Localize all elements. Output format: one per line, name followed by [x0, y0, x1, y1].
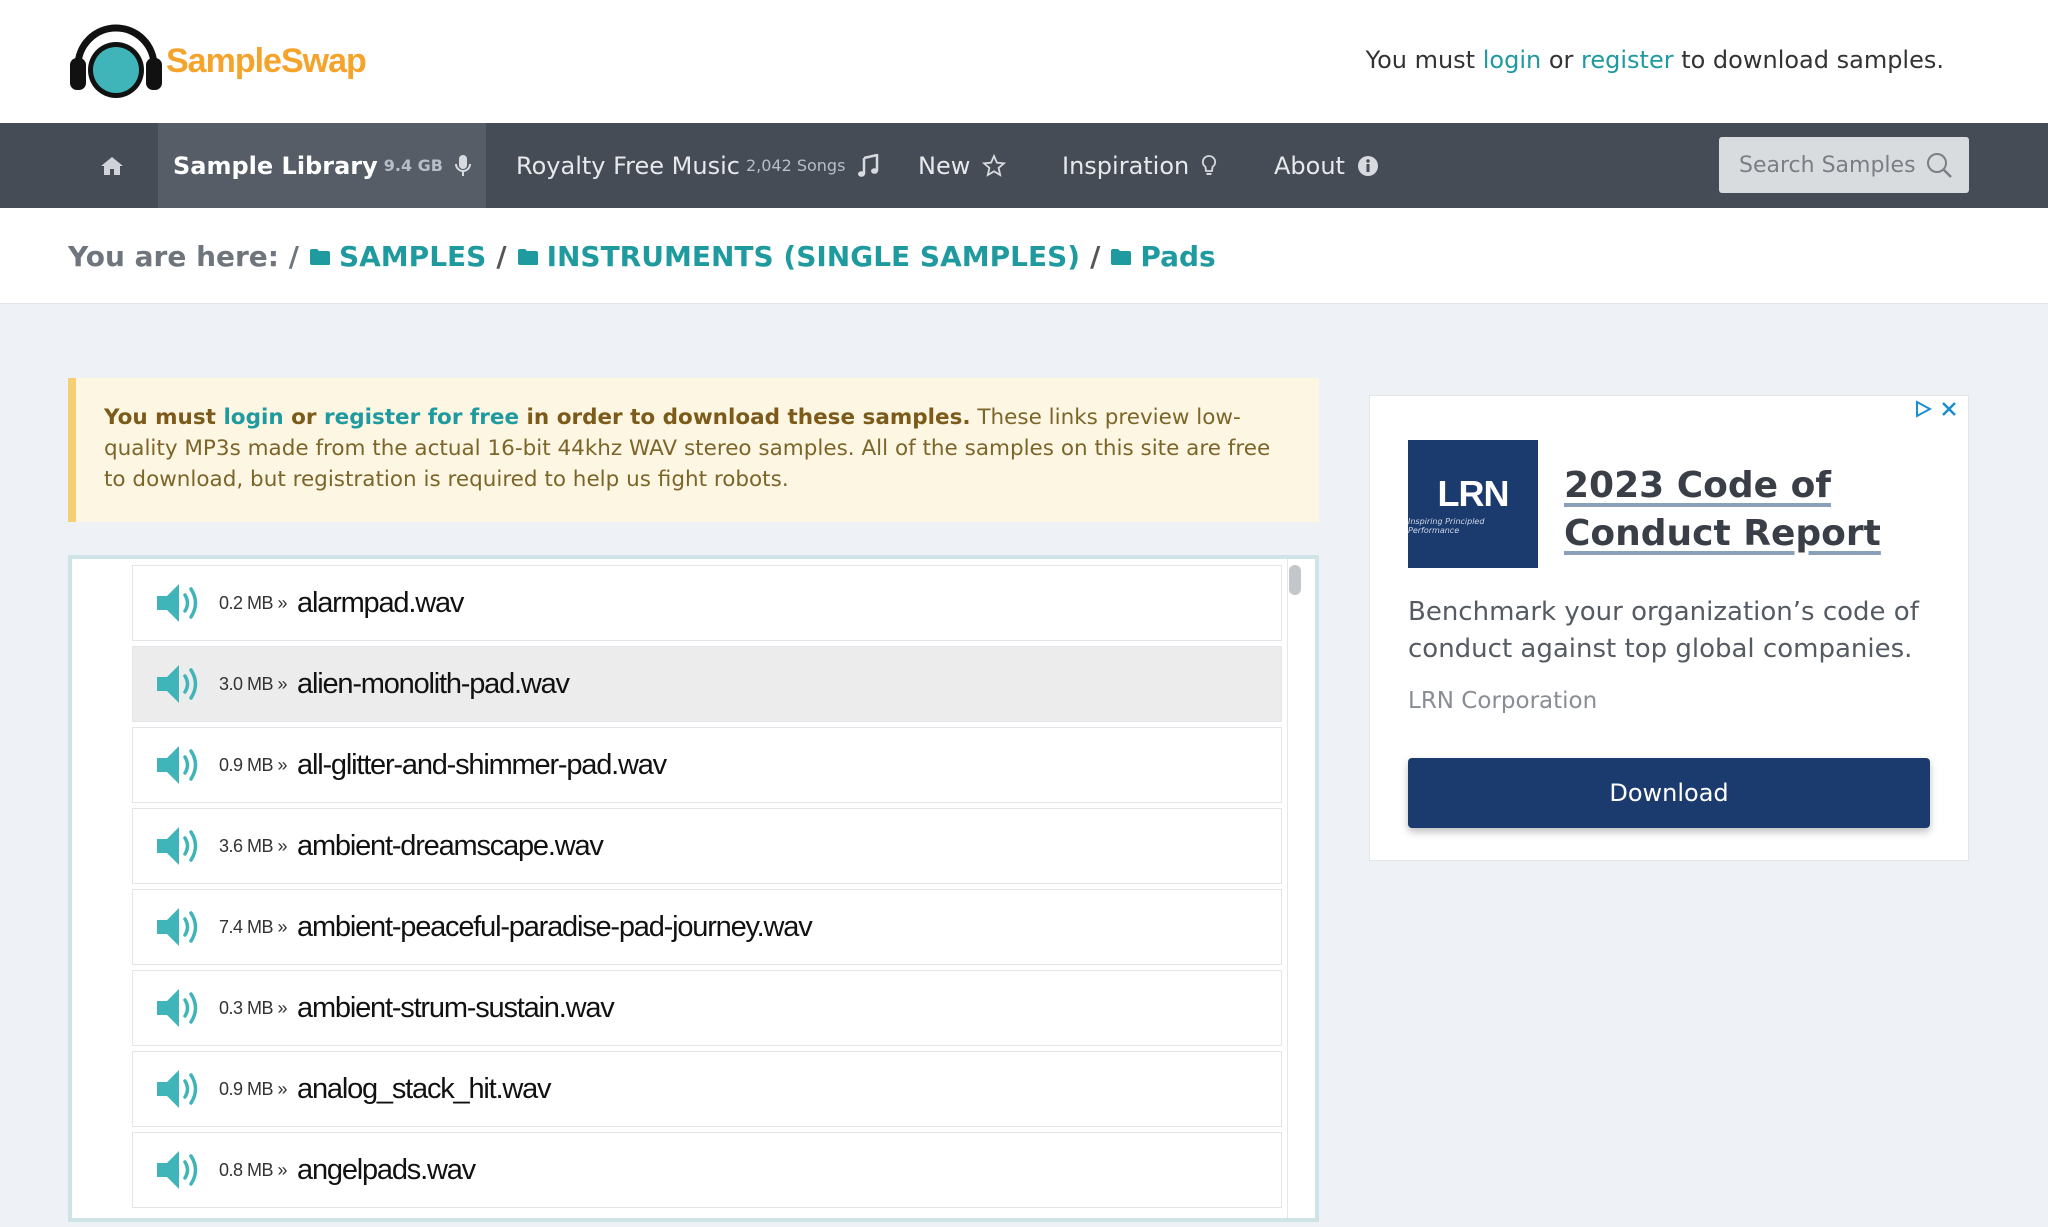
- ad-choices-icon[interactable]: [1914, 400, 1932, 418]
- site-header: SampleSwap You must login or register to…: [0, 0, 2048, 123]
- sample-filename[interactable]: ambient-strum-sustain.wav: [297, 992, 615, 1025]
- sample-size: 3.0 MB »: [219, 673, 288, 694]
- speaker-play-icon[interactable]: [155, 823, 205, 869]
- breadcrumb-bar: You are here: / SAMPLES / INSTRUMENTS (S…: [0, 208, 2048, 304]
- sample-row[interactable]: 0.9 MB » analog_stack_hit.wav: [132, 1051, 1282, 1127]
- sample-row[interactable]: 3.6 MB » ambient-dreamscape.wav: [132, 808, 1282, 884]
- folder-icon: [309, 248, 330, 265]
- ad-panel: LRN Inspiring Principled Performance 202…: [1369, 395, 1969, 861]
- speaker-play-icon[interactable]: [155, 742, 205, 788]
- login-message: You must login or register to download s…: [1365, 46, 1944, 74]
- sample-size: 0.8 MB »: [219, 1159, 288, 1180]
- home-icon: [101, 156, 123, 175]
- scrollbar[interactable]: [1287, 559, 1303, 1218]
- nav-new[interactable]: New: [918, 123, 1007, 208]
- search-icon[interactable]: [1925, 151, 1953, 179]
- nav-sample-library[interactable]: Sample Library 9.4 GB: [158, 123, 486, 208]
- sample-size: 7.4 MB »: [219, 916, 288, 937]
- sample-row[interactable]: 0.8 MB » angelpads.wav: [132, 1132, 1282, 1208]
- sample-size: 3.6 MB »: [219, 835, 288, 856]
- sample-row[interactable]: 0.2 MB » alarmpad.wav: [132, 565, 1282, 641]
- login-link[interactable]: login: [1483, 46, 1541, 74]
- sample-filename[interactable]: all-glitter-and-shimmer-pad.wav: [297, 749, 667, 782]
- speaker-play-icon[interactable]: [155, 1147, 205, 1193]
- ad-description: Benchmark your organization’s code of co…: [1408, 597, 1919, 664]
- nav-inspiration[interactable]: Inspiration: [1062, 123, 1217, 208]
- info-icon: [1357, 155, 1379, 177]
- sample-size: 0.3 MB »: [219, 997, 288, 1018]
- folder-icon: [1111, 248, 1132, 265]
- ad-logo[interactable]: LRN Inspiring Principled Performance: [1408, 440, 1538, 568]
- nav-royalty-free-music[interactable]: Royalty Free Music 2,042 Songs: [516, 123, 879, 208]
- sample-list: 0.2 MB » alarmpad.wav 3.0 MB » alien-monoli…: [68, 555, 1319, 1222]
- close-icon[interactable]: [1940, 400, 1958, 418]
- register-link[interactable]: register: [1581, 46, 1674, 74]
- lightbulb-icon: [1201, 154, 1217, 178]
- sample-filename[interactable]: ambient-peaceful-paradise-pad-journey.wa…: [297, 911, 813, 944]
- breadcrumb: You are here: / SAMPLES / INSTRUMENTS (S…: [68, 240, 1216, 273]
- speaker-play-icon[interactable]: [155, 985, 205, 1031]
- music-note-icon: [857, 153, 879, 178]
- sample-filename[interactable]: angelpads.wav: [297, 1154, 476, 1187]
- speaker-play-icon[interactable]: [155, 904, 205, 950]
- sample-filename[interactable]: alien-monolith-pad.wav: [297, 668, 570, 701]
- sample-filename[interactable]: ambient-dreamscape.wav: [297, 830, 604, 863]
- sample-size: 0.9 MB »: [219, 754, 288, 775]
- ad-download-button[interactable]: Download: [1408, 758, 1930, 828]
- breadcrumb-instruments[interactable]: INSTRUMENTS (SINGLE SAMPLES): [517, 240, 1080, 273]
- breadcrumb-samples[interactable]: SAMPLES: [309, 240, 486, 273]
- sample-size: 0.2 MB »: [219, 592, 288, 613]
- headphones-logo-icon: [70, 24, 162, 98]
- speaker-play-icon[interactable]: [155, 661, 205, 707]
- search-input[interactable]: [1739, 152, 1919, 178]
- speaker-play-icon[interactable]: [155, 1066, 205, 1112]
- nav-about[interactable]: About: [1274, 123, 1379, 208]
- ad-company: LRN Corporation: [1408, 688, 1598, 714]
- folder-icon: [517, 248, 538, 265]
- ad-title[interactable]: 2023 Code of Conduct Report: [1564, 462, 1924, 558]
- sample-size: 0.9 MB »: [219, 1078, 288, 1099]
- sample-filename[interactable]: alarmpad.wav: [297, 587, 464, 620]
- notice-login-link[interactable]: login: [223, 405, 283, 430]
- sample-row[interactable]: 3.0 MB » alien-monolith-pad.wav: [132, 646, 1282, 722]
- nav-home[interactable]: [100, 123, 124, 208]
- sample-row[interactable]: 0.3 MB » ambient-strum-sustain.wav: [132, 970, 1282, 1046]
- scrollbar-thumb[interactable]: [1289, 565, 1301, 595]
- breadcrumb-pads[interactable]: Pads: [1110, 240, 1216, 273]
- site-logo[interactable]: SampleSwap: [68, 22, 367, 100]
- download-notice: You must login or register for free in o…: [68, 378, 1319, 522]
- speaker-play-icon[interactable]: [155, 580, 205, 626]
- breadcrumb-prefix: You are here: /: [68, 240, 299, 273]
- search-box[interactable]: [1719, 137, 1969, 193]
- microphone-icon: [455, 154, 471, 178]
- sample-filename[interactable]: analog_stack_hit.wav: [297, 1073, 551, 1106]
- notice-register-link[interactable]: register for free: [324, 405, 519, 430]
- sample-row[interactable]: 0.9 MB » all-glitter-and-shimmer-pad.wav: [132, 727, 1282, 803]
- logo-wordmark: SampleSwap: [166, 41, 367, 80]
- ad-choices[interactable]: [1914, 400, 1958, 418]
- star-icon: [982, 153, 1007, 178]
- sample-row[interactable]: 7.4 MB » ambient-peaceful-paradise-pad-jo…: [132, 889, 1282, 965]
